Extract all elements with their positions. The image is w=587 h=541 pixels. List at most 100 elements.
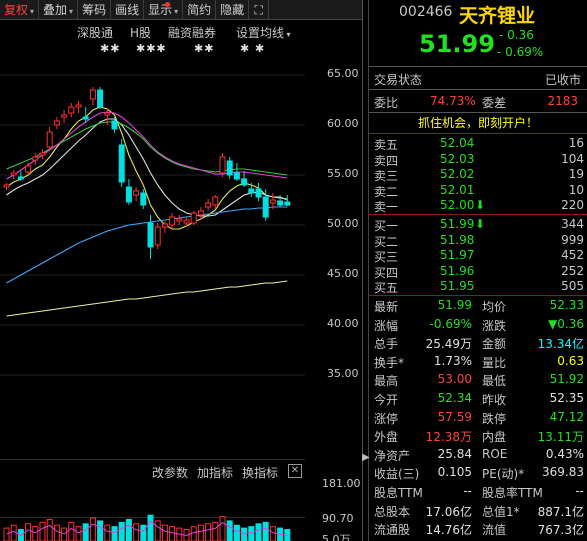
stat-value: -- bbox=[575, 484, 584, 498]
sub-toolbar: 深股通 H股 融资融券 设置均线 ▾ ✱✱ ✱✱✱ ✱✱ ✱ ✱ bbox=[0, 22, 300, 58]
candle-body bbox=[61, 114, 68, 118]
candle-body bbox=[154, 226, 161, 246]
toolbar-item-0[interactable]: 复权 ▾ bbox=[0, 0, 40, 20]
buy-level-1[interactable]: 买一 51.99 ⬇ 344 bbox=[374, 217, 584, 234]
level-price: 51.96 bbox=[440, 263, 475, 278]
margin-trading-link[interactable]: 融资融券 bbox=[168, 24, 216, 41]
buy-level-2[interactable]: 买二 51.98 999 bbox=[374, 233, 584, 250]
toolbar-item-5[interactable]: 简约 bbox=[183, 0, 217, 20]
ma-settings-link[interactable]: 设置均线 ▾ bbox=[236, 24, 291, 41]
stat-value: 13.34亿 bbox=[537, 337, 584, 352]
level-volume: 344 bbox=[561, 217, 584, 231]
stat-label: 最新 bbox=[374, 300, 399, 314]
level-volume: 220 bbox=[561, 198, 584, 213]
candle-body bbox=[3, 184, 10, 188]
toolbar-item-2[interactable]: 筹码 bbox=[78, 0, 112, 20]
level-price: 52.01 bbox=[440, 182, 475, 197]
level-volume: 505 bbox=[561, 279, 584, 294]
stat-label: 总值1* bbox=[482, 504, 520, 519]
expand-icon[interactable]: ⛶ bbox=[249, 0, 270, 20]
volume-bar bbox=[248, 526, 255, 541]
stat-value: 52.35 bbox=[549, 391, 584, 405]
volume-chart[interactable] bbox=[0, 482, 305, 541]
candle-body bbox=[233, 172, 240, 180]
stat-row: 涨幅 -0.69% 涨跌 ▼0.36 bbox=[374, 317, 584, 335]
candle-body bbox=[262, 196, 269, 218]
volume-bar bbox=[262, 521, 269, 541]
level-label: 卖一 bbox=[374, 200, 399, 215]
last-price: 51.99 bbox=[419, 30, 495, 58]
stat-label: 最高 bbox=[374, 374, 399, 389]
candle-body bbox=[10, 172, 17, 176]
price-tick: 50.00 bbox=[327, 217, 359, 230]
buy-level-3[interactable]: 买三 51.97 452 bbox=[374, 248, 584, 265]
stat-value: 51.92 bbox=[549, 372, 584, 387]
weibi-label: 委比 bbox=[374, 96, 399, 110]
chart-toolbar: 复权 ▾ 叠加 ▾ 筹码 画线 显示 ▾ 简约 隐藏 ⛶ bbox=[0, 0, 362, 20]
stat-label: 涨跌 bbox=[482, 318, 507, 333]
ma-line-cyan bbox=[6, 206, 288, 284]
stat-value: 52.33 bbox=[549, 298, 584, 312]
level-label: 卖三 bbox=[374, 169, 399, 184]
stat-label: 股息TTM bbox=[374, 486, 423, 500]
collapse-arrow-icon[interactable]: ▶ bbox=[362, 452, 370, 463]
volume-bar bbox=[25, 523, 32, 541]
trade-status-label: 交易状态 bbox=[374, 73, 423, 87]
level-volume: 452 bbox=[561, 248, 584, 263]
buy-level-5[interactable]: 买五 51.95 505 bbox=[374, 279, 584, 296]
sell-level-3[interactable]: 卖三 52.02 19 bbox=[374, 167, 584, 184]
toolbar-item-6[interactable]: 隐藏 bbox=[216, 0, 250, 20]
price-tick: 45.00 bbox=[327, 267, 359, 280]
open-account-promo[interactable]: 抓住机会，即刻开户！ bbox=[369, 114, 587, 131]
candlestick-chart[interactable] bbox=[0, 60, 305, 390]
toolbar-item-1[interactable]: 叠加 ▾ bbox=[39, 0, 79, 20]
volume-bar bbox=[140, 524, 147, 541]
buy-level-4[interactable]: 买四 51.96 252 bbox=[374, 264, 584, 281]
stat-label: 昨收 bbox=[482, 393, 507, 407]
volume-tick: 181.00 bbox=[322, 477, 361, 490]
toolbar-item-4[interactable]: 显示 ▾ bbox=[144, 0, 184, 20]
candle-body bbox=[190, 212, 197, 224]
sell-level-5[interactable]: 卖一 52.00 ⬇ 220 bbox=[374, 198, 584, 215]
candle-body bbox=[176, 218, 183, 222]
sell-level-2[interactable]: 卖四 52.03 104 bbox=[374, 152, 584, 169]
stat-row: 最新 51.99 均价 52.33 bbox=[374, 298, 584, 316]
sell-level-1[interactable]: 卖五 52.04 16 bbox=[374, 136, 584, 153]
volume-bar bbox=[118, 521, 125, 541]
volume-bar bbox=[89, 517, 96, 541]
sell-level-4[interactable]: 卖二 52.01 10 bbox=[374, 183, 584, 200]
candle-body bbox=[140, 192, 147, 206]
stat-row: 收益(三) 0.105 PE(动)* 369.83 bbox=[374, 465, 584, 483]
switch-indicator-button[interactable]: 换指标 bbox=[242, 464, 278, 481]
level-volume: 999 bbox=[561, 232, 584, 247]
volume-tick: 90.70 bbox=[322, 512, 354, 525]
stat-value: 25.49万 bbox=[425, 337, 472, 352]
h-share-marks: ✱✱✱ bbox=[136, 42, 167, 55]
volume-bar bbox=[53, 524, 60, 541]
level-label: 买二 bbox=[374, 234, 399, 249]
edit-params-button[interactable]: 改参数 bbox=[152, 464, 188, 481]
h-share-link[interactable]: H股 bbox=[130, 24, 151, 41]
stat-row: 总手 25.49万 金额 13.34亿 bbox=[374, 335, 584, 353]
stat-value: 887.1亿 bbox=[537, 504, 584, 519]
quote-panel: 002466 天齐锂业 51.99 - 0.36 - 0.69% 交易状态 已收… bbox=[369, 0, 587, 541]
toolbar-item-3[interactable]: 画线 bbox=[111, 0, 145, 20]
volume-bar bbox=[169, 526, 176, 541]
stat-row: 今开 52.34 昨收 52.35 bbox=[374, 391, 584, 409]
level-volume: 19 bbox=[568, 167, 584, 182]
stock-name: 天齐锂业 bbox=[459, 5, 536, 27]
stat-label: 金额 bbox=[482, 337, 507, 352]
margin-marks: ✱✱ bbox=[194, 42, 215, 55]
close-icon[interactable]: ✕ bbox=[288, 464, 302, 478]
divider bbox=[369, 89, 587, 90]
stat-row: 外盘 12.38万 内盘 13.11万 bbox=[374, 428, 584, 446]
volume-bar bbox=[219, 516, 226, 541]
stat-value: 52.34 bbox=[437, 391, 472, 405]
stat-label: 跌停 bbox=[482, 411, 507, 426]
stat-label: 股息率TTM bbox=[482, 486, 543, 500]
stat-label: 均价 bbox=[482, 300, 507, 314]
hk-connect-link[interactable]: 深股通 bbox=[77, 24, 113, 41]
chevron-down-icon: ▾ bbox=[174, 7, 179, 16]
add-indicator-button[interactable]: 加指标 bbox=[197, 464, 233, 481]
weicha-label: 委差 bbox=[482, 96, 507, 110]
